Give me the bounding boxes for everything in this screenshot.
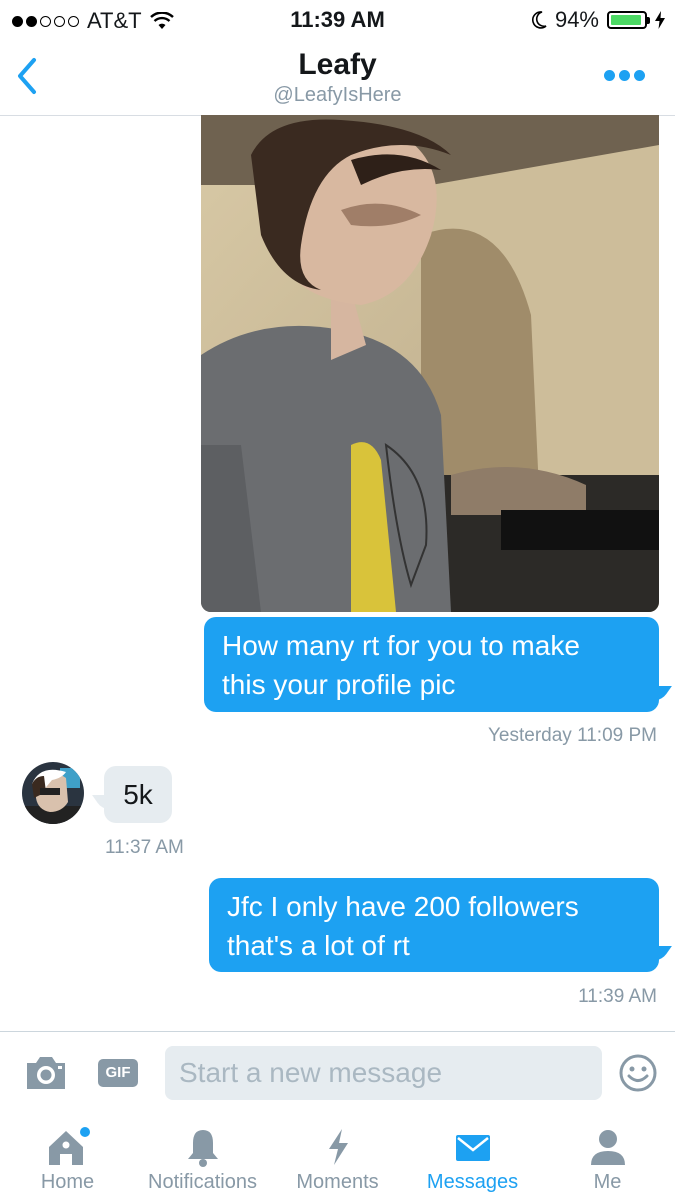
home-icon bbox=[48, 1127, 90, 1165]
message-timestamp: 11:37 AM bbox=[105, 837, 184, 858]
tab-label: Moments bbox=[296, 1171, 379, 1193]
outgoing-message[interactable]: How many rt for you to make this your pr… bbox=[204, 617, 659, 712]
person-icon bbox=[590, 1130, 625, 1165]
incoming-message[interactable]: 5k bbox=[104, 766, 172, 823]
tab-label: Notifications bbox=[148, 1171, 257, 1193]
message-timestamp: Yesterday 11:09 PM bbox=[488, 725, 657, 746]
tab-label: Home bbox=[40, 1171, 95, 1193]
tab-label: Messages bbox=[426, 1171, 519, 1193]
tab-notifications[interactable]: Notifications bbox=[135, 1115, 270, 1200]
gif-button[interactable]: GIF bbox=[98, 1059, 138, 1087]
outgoing-message[interactable]: Jfc I only have 200 followers that's a l… bbox=[209, 878, 659, 972]
battery-icon bbox=[607, 11, 650, 29]
contact-handle: @LeafyIsHere bbox=[273, 84, 402, 106]
charging-icon bbox=[655, 11, 665, 29]
tab-bar: Home Notifications Moments Messages Me bbox=[0, 1115, 675, 1200]
battery-info: 94% bbox=[531, 7, 665, 33]
message-line: How many rt for you to make bbox=[222, 630, 580, 661]
contact-name: Leafy bbox=[298, 48, 377, 81]
tab-moments[interactable]: Moments bbox=[270, 1115, 405, 1200]
tab-home[interactable]: Home bbox=[0, 1115, 135, 1200]
envelope-icon bbox=[455, 1135, 490, 1161]
more-options-icon[interactable] bbox=[604, 70, 645, 81]
message-line: this your profile pic bbox=[222, 669, 456, 700]
battery-percent: 94% bbox=[554, 7, 599, 32]
emoji-icon[interactable] bbox=[618, 1053, 658, 1093]
message-line: that's a lot of rt bbox=[227, 930, 410, 961]
message-composer: GIF bbox=[0, 1031, 675, 1116]
moon-icon bbox=[531, 11, 547, 29]
conversation-header: Leafy @LeafyIsHere bbox=[0, 38, 675, 116]
bell-icon bbox=[187, 1130, 218, 1167]
status-bar: AT&T 11:39 AM 94% bbox=[0, 0, 675, 38]
message-timestamp: 11:39 AM bbox=[578, 986, 657, 1007]
avatar[interactable] bbox=[22, 762, 84, 824]
message-input[interactable] bbox=[165, 1046, 602, 1100]
sent-photo[interactable] bbox=[201, 115, 659, 612]
lightning-icon bbox=[328, 1129, 348, 1165]
camera-icon[interactable] bbox=[24, 1053, 68, 1093]
tab-label: Me bbox=[593, 1171, 622, 1193]
message-line: Jfc I only have 200 followers bbox=[227, 891, 579, 922]
tab-messages[interactable]: Messages bbox=[405, 1115, 540, 1200]
tab-me[interactable]: Me bbox=[540, 1115, 675, 1200]
